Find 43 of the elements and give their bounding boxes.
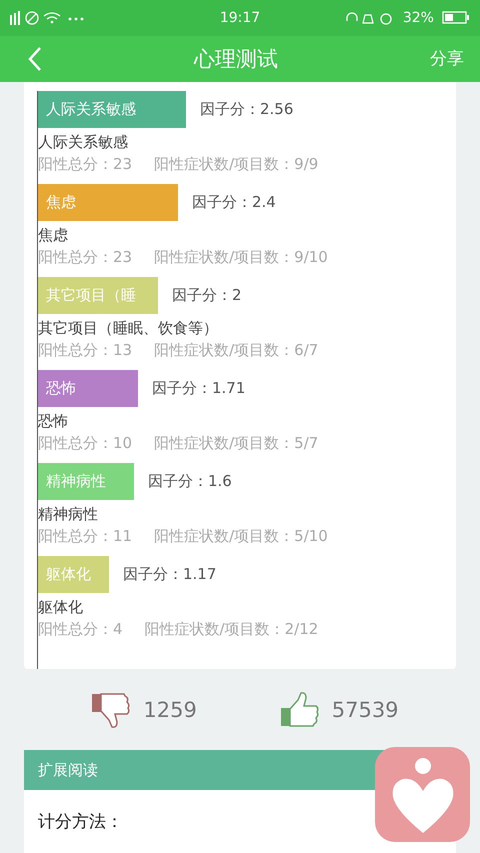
symptom-ratio: 阳性症状数/项目数：9/9 bbox=[154, 154, 318, 174]
positive-total: 阳性总分：23 bbox=[38, 154, 132, 174]
factor-score: 因子分：2.56 bbox=[200, 100, 294, 119]
factor-name: 焦虑 bbox=[38, 224, 69, 245]
back-button[interactable] bbox=[28, 46, 42, 72]
factor-score: 因子分：2.4 bbox=[192, 192, 276, 212]
positive-total: 阳性总分：10 bbox=[38, 432, 132, 453]
clock: 19:17 bbox=[220, 10, 260, 26]
symptom-ratio: 阳性症状数/项目数：9/10 bbox=[154, 246, 328, 267]
factor-name: 躯体化 bbox=[38, 596, 84, 617]
factor-score: 因子分：1.71 bbox=[152, 378, 246, 398]
factor-bar: 其它项目（睡 bbox=[38, 276, 158, 314]
factor-bar: 人际关系敏感 bbox=[38, 90, 186, 128]
symptom-ratio: 阳性症状数/项目数：2/12 bbox=[144, 618, 318, 639]
factor-name: 其它项目（睡眠、饮食等） bbox=[38, 318, 219, 338]
reading-text: 计分方法： bbox=[38, 811, 123, 833]
factor-score: 因子分：1.6 bbox=[148, 472, 232, 491]
thumbs-up-icon[interactable] bbox=[280, 692, 320, 728]
factor-name: 精神病性 bbox=[38, 504, 99, 524]
share-button[interactable]: 分享 bbox=[430, 47, 464, 70]
page-title: 心理测试 bbox=[194, 46, 278, 73]
positive-total: 阳性总分：4 bbox=[38, 618, 123, 639]
factor-bar: 躯体化 bbox=[38, 556, 109, 593]
factor-name: 恐怖 bbox=[38, 410, 69, 431]
factor-score: 因子分：1.17 bbox=[123, 564, 216, 584]
factor-bar: 恐怖 bbox=[38, 370, 138, 407]
factor-bar: 精神病性 bbox=[38, 462, 134, 500]
heart-person-icon[interactable] bbox=[390, 756, 454, 832]
dislike-count: 1259 bbox=[143, 698, 197, 722]
factor-bar: 焦虑 bbox=[38, 184, 178, 221]
symptom-ratio: 阳性症状数/项目数：5/7 bbox=[154, 432, 318, 453]
battery-percent: 32% bbox=[402, 10, 434, 26]
factor-name: 人际关系敏感 bbox=[38, 132, 129, 152]
battery-icon bbox=[442, 11, 470, 24]
symptom-ratio: 阳性症状数/项目数：6/7 bbox=[154, 340, 318, 360]
positive-total: 阳性总分：23 bbox=[38, 246, 132, 267]
thumbs-down-icon[interactable] bbox=[91, 692, 132, 728]
like-count: 57539 bbox=[332, 698, 399, 722]
symptom-ratio: 阳性症状数/项目数：5/10 bbox=[154, 526, 328, 546]
positive-total: 阳性总分：13 bbox=[38, 340, 132, 360]
factor-score: 因子分：2 bbox=[172, 286, 242, 305]
positive-total: 阳性总分：11 bbox=[38, 526, 132, 546]
app-shortcut-button[interactable] bbox=[375, 747, 470, 842]
